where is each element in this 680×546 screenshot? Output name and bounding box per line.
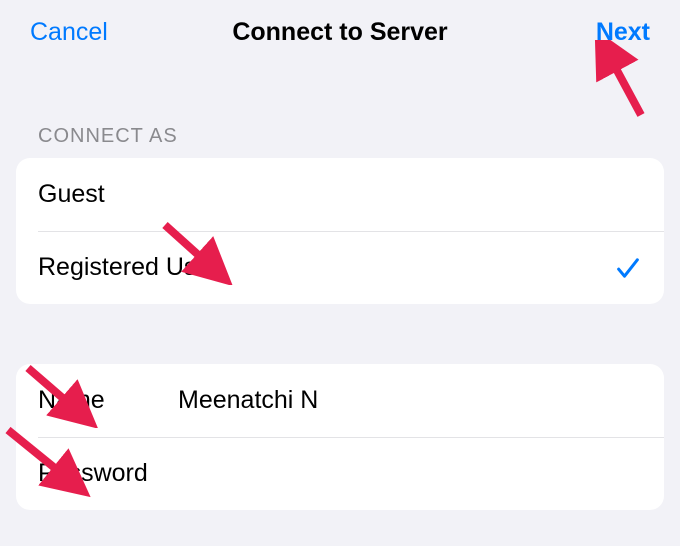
connect-as-group: Guest Registered User [16, 158, 664, 304]
navbar: Cancel Connect to Server Next [0, 0, 680, 65]
credentials-group: Name Password [16, 364, 664, 510]
next-button[interactable]: Next [550, 18, 650, 47]
option-guest[interactable]: Guest [16, 158, 664, 231]
connect-as-header: CONNECT AS [16, 65, 664, 158]
content: CONNECT AS Guest Registered User Name Pa… [0, 65, 680, 510]
cancel-button[interactable]: Cancel [30, 18, 130, 47]
password-row[interactable]: Password [16, 437, 664, 510]
option-guest-label: Guest [38, 180, 105, 209]
option-registered-label: Registered User [38, 253, 219, 282]
option-registered-user[interactable]: Registered User [16, 231, 664, 304]
page-title: Connect to Server [130, 18, 550, 47]
password-label: Password [38, 459, 178, 488]
name-label: Name [38, 386, 178, 415]
password-field[interactable] [178, 459, 642, 488]
name-field[interactable] [178, 386, 642, 415]
name-row[interactable]: Name [16, 364, 664, 437]
checkmark-icon [614, 254, 642, 282]
